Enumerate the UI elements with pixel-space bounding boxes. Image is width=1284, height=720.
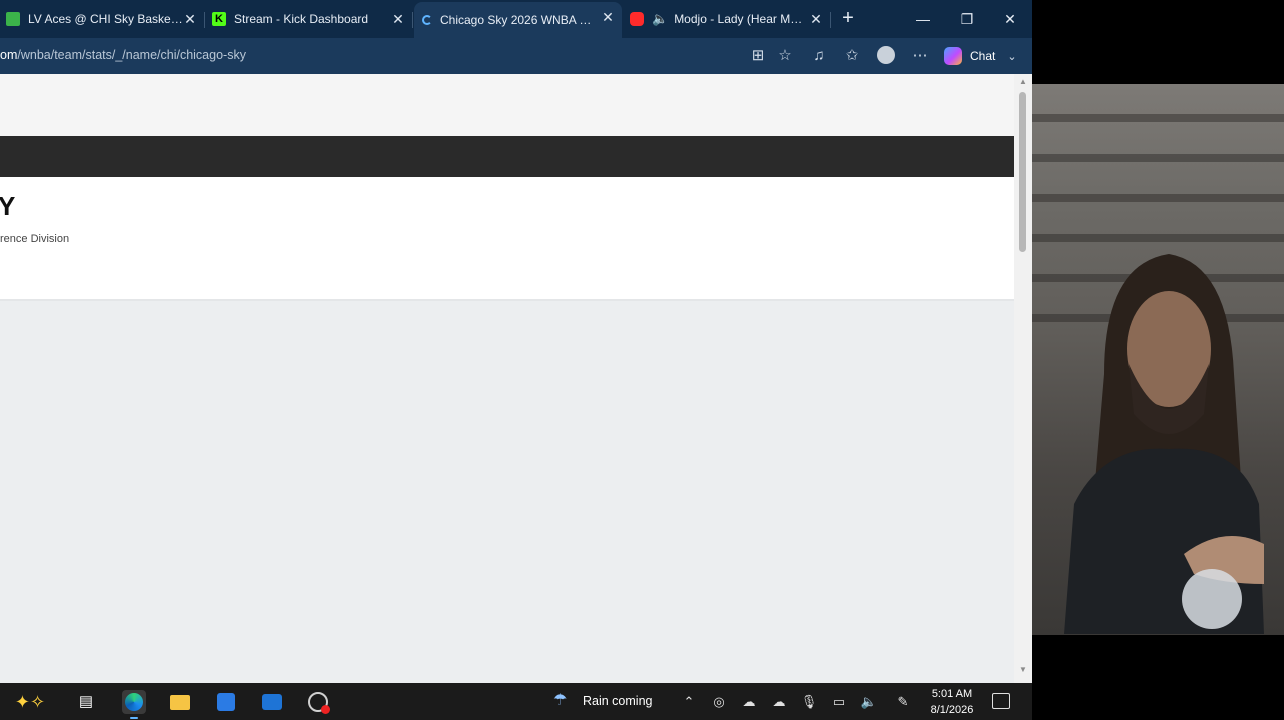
profile-avatar-icon[interactable] xyxy=(876,46,896,66)
scroll-up-icon[interactable]: ▲ xyxy=(1019,78,1027,86)
copilot-icon xyxy=(944,47,962,65)
favorites-icon[interactable]: ✩ xyxy=(842,46,862,66)
media-control-icon[interactable]: ♫ xyxy=(809,46,829,66)
team-name: Y xyxy=(0,191,16,221)
outlook-icon[interactable] xyxy=(260,690,284,714)
tab-label: LV Aces @ CHI Sky Basketball B xyxy=(28,12,184,26)
clock-time: 5:01 AM xyxy=(931,688,973,700)
task-view-icon[interactable]: ▤ xyxy=(74,690,98,714)
chevron-up-icon[interactable]: ⌃ xyxy=(680,693,698,711)
copilot-chat-button[interactable]: Chat ⌄ xyxy=(944,44,1017,68)
tab-modjo-lady[interactable]: 🔈 Modjo - Lady (Hear Me To ✕ xyxy=(624,4,831,34)
apps-icon[interactable]: ⊞ xyxy=(748,46,768,66)
screen: LV Aces @ CHI Sky Basketball B ✕ K Strea… xyxy=(0,0,1284,720)
weather-widget[interactable]: ☂ Rain coming xyxy=(553,692,652,710)
tab-lv-aces[interactable]: LV Aces @ CHI Sky Basketball B ✕ xyxy=(0,4,205,34)
close-icon[interactable]: ✕ xyxy=(390,11,406,27)
team-division: rence Division xyxy=(0,233,70,245)
team-header: Y rence Division xyxy=(0,177,1014,301)
microphone-icon[interactable]: 🎙 xyxy=(800,693,818,711)
tab-label: Modjo - Lady (Hear Me To xyxy=(674,12,809,26)
chat-label: Chat xyxy=(970,49,996,63)
address-bar: om/wnba/team/stats/_/name/chi/chicago-sk… xyxy=(0,38,1032,74)
store-icon[interactable] xyxy=(214,690,238,714)
loading-spinner-icon xyxy=(422,15,432,25)
new-tab-icon[interactable]: + xyxy=(838,8,858,28)
blind-slat xyxy=(1032,194,1284,202)
url-path: /wnba/team/stats/_/name/chi/chicago-sky xyxy=(17,48,246,62)
minimize-icon[interactable]: — xyxy=(912,8,934,30)
notification-icon[interactable] xyxy=(992,693,1010,709)
tab-chicago-sky[interactable]: Chicago Sky 2026 WNBA Regul ✕ xyxy=(414,2,622,38)
green-logo-icon xyxy=(6,12,20,26)
webcam-overlay xyxy=(1032,84,1284,635)
battery-icon[interactable]: ▭ xyxy=(830,693,848,711)
taskbar: ✦✧ ▤ ☂ Rain coming ⌃ ◎ ☁ ☁ 🎙 ▭ 🔈 ✎ 5:01 … xyxy=(0,683,1032,720)
close-icon[interactable]: ✕ xyxy=(182,11,198,27)
page-header-area xyxy=(0,74,1014,136)
restore-icon[interactable]: ❐ xyxy=(956,8,978,30)
speaker-icon[interactable]: 🔈 xyxy=(652,11,668,27)
favorite-star-icon[interactable]: ☆ xyxy=(775,46,795,66)
tab-strip: LV Aces @ CHI Sky Basketball B ✕ K Strea… xyxy=(0,0,1032,38)
site-nav-bar xyxy=(0,136,1014,177)
weather-text: Rain coming xyxy=(583,694,653,708)
file-explorer-icon[interactable] xyxy=(168,690,192,714)
close-icon[interactable]: ✕ xyxy=(600,9,616,25)
blind-slat xyxy=(1032,114,1284,122)
kick-icon: K xyxy=(212,12,226,26)
volume-icon[interactable]: 🔈 xyxy=(860,693,878,711)
tab-kick-dashboard[interactable]: K Stream - Kick Dashboard ✕ xyxy=(206,4,413,34)
youtube-icon xyxy=(630,12,644,26)
scroll-down-icon[interactable]: ▼ xyxy=(1019,666,1027,674)
chevron-down-icon[interactable]: ⌄ xyxy=(1007,50,1016,63)
page-scrollbar[interactable]: ▲ ▼ xyxy=(1014,74,1032,683)
blind-slat xyxy=(1032,154,1284,162)
web-page: Y rence Division xyxy=(0,74,1014,683)
url-field[interactable]: om/wnba/team/stats/_/name/chi/chicago-sk… xyxy=(0,48,246,62)
pen-icon[interactable]: ✎ xyxy=(894,693,912,711)
browser-window: LV Aces @ CHI Sky Basketball B ✕ K Strea… xyxy=(0,0,1032,683)
copilot-sparkle-icon[interactable]: ✦✧ xyxy=(6,690,54,714)
cloud-off-icon[interactable]: ☁ xyxy=(740,693,758,711)
system-clock[interactable]: 5:01 AM 8/1/2026 xyxy=(920,686,984,718)
streamer-silhouette xyxy=(1064,254,1264,634)
umbrella-icon: ☂ xyxy=(553,692,568,709)
close-icon[interactable]: ✕ xyxy=(808,11,824,27)
onedrive-icon[interactable]: ☁ xyxy=(770,693,788,711)
more-options-icon[interactable]: ⋯ xyxy=(910,46,930,66)
letterbox xyxy=(1032,635,1284,720)
webcam-in-use-icon[interactable]: ◎ xyxy=(710,693,728,711)
tab-label: Stream - Kick Dashboard xyxy=(234,12,369,26)
tab-label: Chicago Sky 2026 WNBA Regul xyxy=(440,13,596,27)
url-host: om xyxy=(0,48,18,62)
close-window-icon[interactable]: ✕ xyxy=(999,8,1021,30)
obs-recording-icon[interactable] xyxy=(306,690,330,714)
scroll-thumb[interactable] xyxy=(1019,92,1026,252)
edge-browser-icon[interactable] xyxy=(122,690,146,719)
clock-date: 8/1/2026 xyxy=(930,704,974,716)
blind-slat xyxy=(1032,234,1284,242)
